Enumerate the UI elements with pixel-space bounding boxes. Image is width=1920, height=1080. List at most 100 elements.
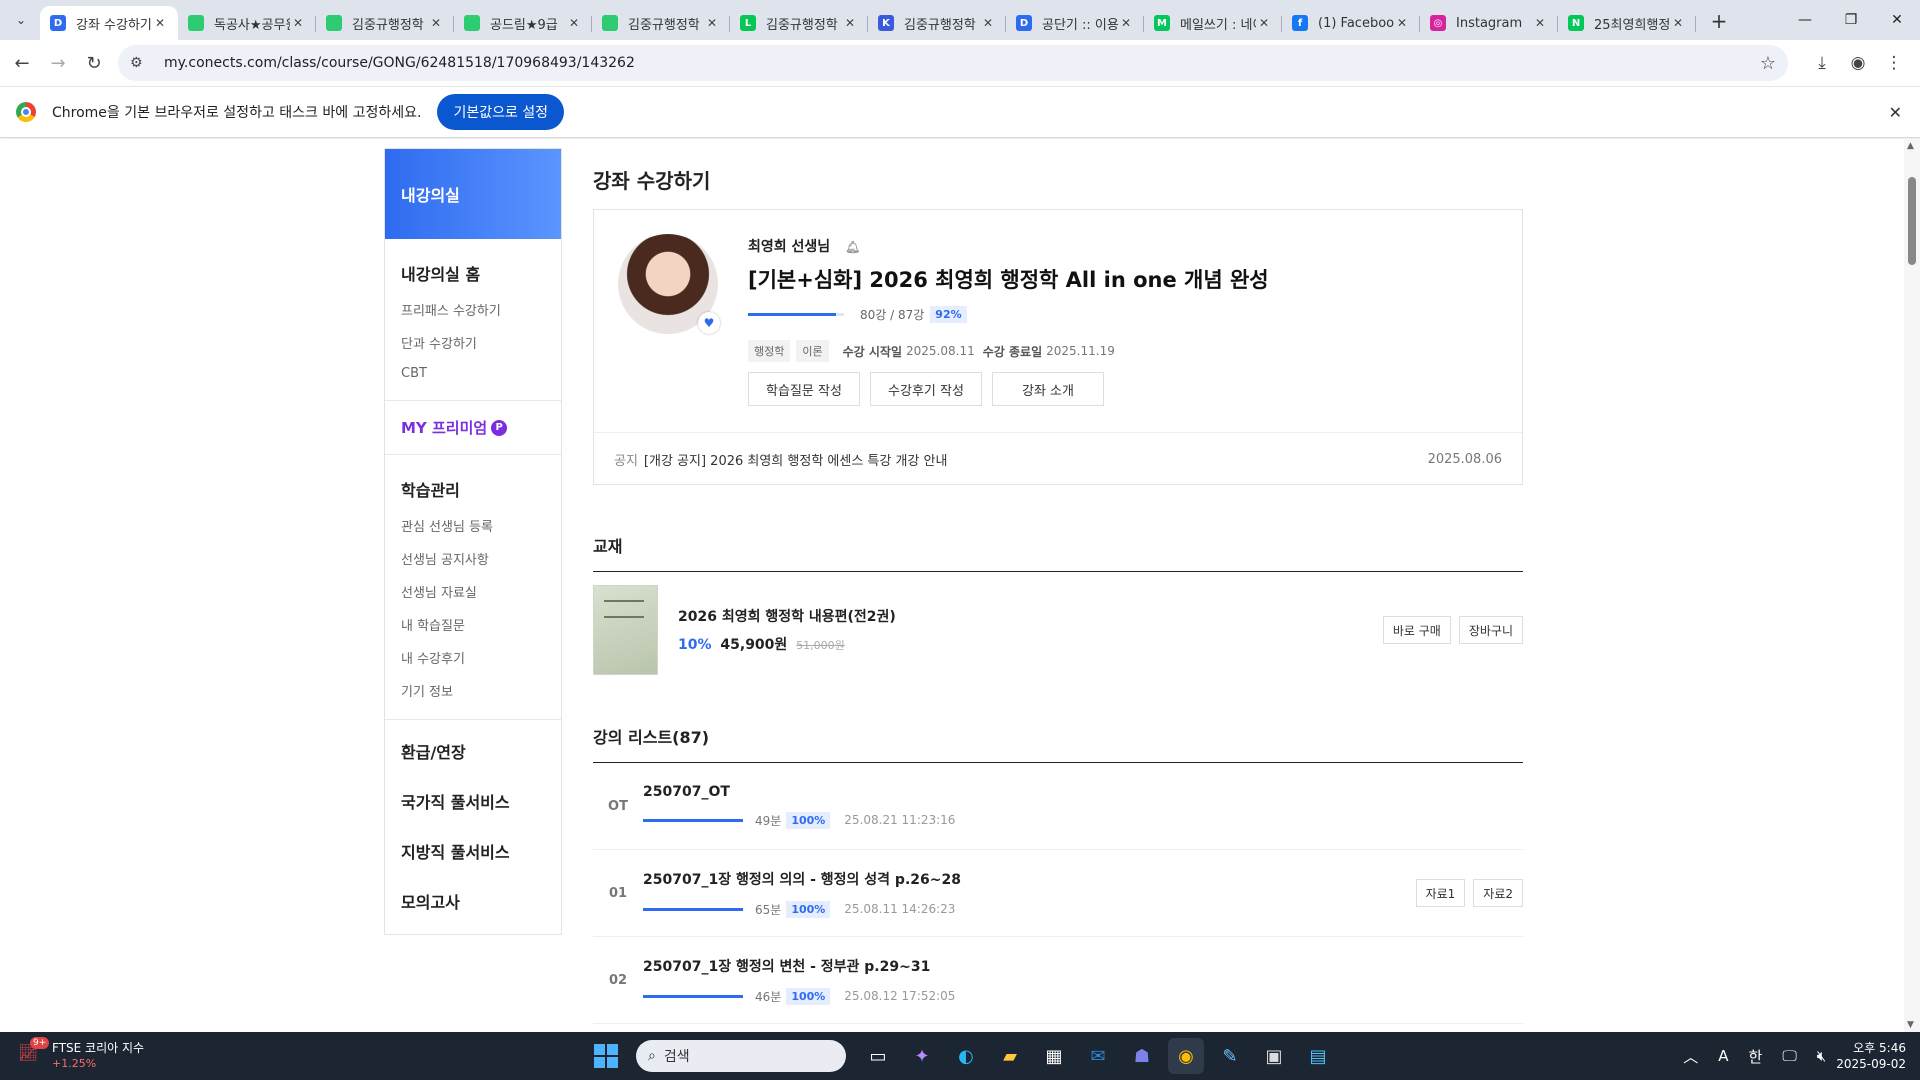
sidebar-item-freepass[interactable]: 프리패스 수강하기 bbox=[385, 293, 561, 326]
close-window-button[interactable]: ✕ bbox=[1874, 0, 1920, 40]
back-button[interactable]: ← bbox=[4, 45, 40, 81]
lecture-row[interactable]: 01 250707_1장 행정의 의의 - 행정의 성격 p.26~28 65분 10… bbox=[593, 850, 1523, 937]
sidebar-item-my-questions[interactable]: 내 학습질문 bbox=[385, 608, 561, 641]
paint-icon[interactable]: ✎ bbox=[1212, 1038, 1248, 1074]
task-view-icon[interactable]: ▭ bbox=[860, 1038, 896, 1074]
browser-tab[interactable]: L 김중규행정학 ✕ bbox=[730, 6, 868, 40]
sidebar-item-home[interactable]: 내강의실 홈 bbox=[385, 253, 561, 293]
browser-tab[interactable]: 독공사★공무원 ✕ bbox=[178, 6, 316, 40]
stock-widget[interactable]: 📈︎ 9+ FTSE 코리아 지수 +1.25% bbox=[0, 1037, 240, 1072]
tab-close-icon[interactable]: ✕ bbox=[566, 15, 582, 31]
browser-tab[interactable]: 공드림★9급 ✕ bbox=[454, 6, 592, 40]
sidebar-item-teacher-files[interactable]: 선생님 자료실 bbox=[385, 575, 561, 608]
sidebar-item-devices[interactable]: 기기 정보 bbox=[385, 674, 561, 707]
reload-button[interactable]: ↻ bbox=[76, 45, 112, 81]
tab-close-icon[interactable]: ✕ bbox=[1118, 15, 1134, 31]
sidebar-item-study[interactable]: 학습관리 bbox=[385, 469, 561, 509]
bell-icon[interactable]: 🔔︎ bbox=[845, 240, 860, 254]
clock[interactable]: 오후 5:46 2025-09-02 bbox=[1836, 1040, 1906, 1072]
bookmark-star-icon[interactable]: ☆ bbox=[1760, 53, 1776, 74]
tab-search-button[interactable]: ⌄ bbox=[6, 5, 36, 35]
minimize-button[interactable]: — bbox=[1782, 0, 1828, 40]
infobar-close-icon[interactable]: ✕ bbox=[1889, 103, 1902, 122]
address-bar[interactable]: ⚙ my.conects.com/class/course/GONG/62481… bbox=[118, 45, 1788, 81]
store-icon[interactable]: ▦ bbox=[1036, 1038, 1072, 1074]
scroll-up-icon[interactable]: ▲ bbox=[1907, 141, 1914, 151]
lecture-name[interactable]: 250707_1장 행정의 변천 - 정부관 p.29~31 bbox=[643, 956, 1523, 976]
lecture-name[interactable]: 250707_OT bbox=[643, 784, 1523, 800]
tab-close-icon[interactable]: ✕ bbox=[1256, 15, 1272, 31]
sidebar-item-my-reviews[interactable]: 내 수강후기 bbox=[385, 641, 561, 674]
browser-tab[interactable]: 김중규행정학 ✕ bbox=[592, 6, 730, 40]
buy-now-button[interactable]: 바로 구매 bbox=[1382, 616, 1451, 644]
sidebar-item-favorite-teacher[interactable]: 관심 선생님 등록 bbox=[385, 509, 561, 542]
sidebar-item-premium[interactable]: MY 프리미엄 P bbox=[385, 411, 561, 444]
browser-tab[interactable]: f (1) Facebook ✕ bbox=[1282, 6, 1420, 40]
notepad-icon[interactable]: ▤ bbox=[1300, 1038, 1336, 1074]
tab-close-icon[interactable]: ✕ bbox=[152, 15, 168, 31]
tab-close-icon[interactable]: ✕ bbox=[1532, 15, 1548, 31]
lecture-name[interactable]: 250707_1장 행정의 의의 - 행정의 성격 p.26~28 bbox=[643, 869, 1416, 889]
browser-tab[interactable]: K 김중규행정학 ✕ bbox=[868, 6, 1006, 40]
add-to-cart-button[interactable]: 장바구니 bbox=[1458, 616, 1523, 644]
lecture-file-button[interactable]: 자료1 bbox=[1415, 879, 1466, 907]
tab-close-icon[interactable]: ✕ bbox=[1394, 15, 1410, 31]
browser-tab[interactable]: D 강좌 수강하기 ✕ bbox=[40, 6, 178, 40]
volume-muted-icon[interactable]: 🔇︎ bbox=[1817, 1047, 1826, 1065]
chrome-taskbar-icon[interactable]: ◉ bbox=[1168, 1038, 1204, 1074]
sidebar-item-teacher-notice[interactable]: 선생님 공지사항 bbox=[385, 542, 561, 575]
book-cover[interactable] bbox=[593, 585, 658, 675]
copilot-icon[interactable]: ✦ bbox=[904, 1038, 940, 1074]
scroll-down-icon[interactable]: ▼ bbox=[1907, 1020, 1914, 1030]
sidebar-item-local-service[interactable]: 지방직 풀서비스 bbox=[385, 826, 561, 876]
tab-close-icon[interactable]: ✕ bbox=[1670, 15, 1686, 31]
tab-close-icon[interactable]: ✕ bbox=[704, 15, 720, 31]
tray-language-icon[interactable]: 한 bbox=[1749, 1046, 1763, 1067]
heart-icon[interactable]: ♥ bbox=[698, 312, 720, 334]
tab-close-icon[interactable]: ✕ bbox=[842, 15, 858, 31]
set-default-button[interactable]: 기본값으로 설정 bbox=[437, 94, 565, 130]
scrollbar-thumb[interactable] bbox=[1908, 177, 1916, 265]
lecture-row[interactable]: 02 250707_1장 행정의 변천 - 정부관 p.29~31 46분 100% 2… bbox=[593, 937, 1523, 1024]
taskbar-search[interactable]: ⌕ 검색 bbox=[636, 1040, 846, 1072]
browser-tab[interactable]: ◎ Instagram ✕ bbox=[1420, 6, 1558, 40]
outlook-icon[interactable]: ✉ bbox=[1080, 1038, 1116, 1074]
course-notice[interactable]: 공지 [개강 공지] 2026 최영희 행정학 에센스 특강 개강 안내 202… bbox=[594, 432, 1522, 485]
lecture-row[interactable]: OT 250707_OT 49분 100% 25.08.21 11:23:16 bbox=[593, 763, 1523, 850]
restore-button[interactable]: ❐ bbox=[1828, 0, 1874, 40]
forward-button[interactable]: → bbox=[40, 45, 76, 81]
write-review-button[interactable]: 수강후기 작성 bbox=[870, 372, 982, 406]
browser-tab[interactable]: M 메일쓰기 : 네이버✕ bbox=[1144, 6, 1282, 40]
write-question-button[interactable]: 학습질문 작성 bbox=[748, 372, 860, 406]
book-name[interactable]: 2026 최영희 행정학 내용편(전2권) bbox=[678, 606, 896, 626]
sidebar-item-refund[interactable]: 환급/연장 bbox=[385, 726, 561, 776]
profile-icon[interactable]: ◉ bbox=[1840, 45, 1876, 81]
browser-tab[interactable]: N 25최영희행정학✕ bbox=[1558, 6, 1696, 40]
tab-close-icon[interactable]: ✕ bbox=[428, 15, 444, 31]
sidebar-item-single[interactable]: 단과 수강하기 bbox=[385, 326, 561, 359]
sidebar-header[interactable]: 내강의실 bbox=[385, 149, 561, 239]
browser-tab[interactable]: 김중규행정학 ✕ bbox=[316, 6, 454, 40]
browser-tab[interactable]: D 공단기 :: 이용 ✕ bbox=[1006, 6, 1144, 40]
notice-text[interactable]: [개강 공지] 2026 최영희 행정학 에센스 특강 개강 안내 bbox=[644, 450, 948, 469]
edge-icon[interactable]: ◐ bbox=[948, 1038, 984, 1074]
site-info-icon[interactable]: ⚙ bbox=[130, 55, 152, 71]
tab-close-icon[interactable]: ✕ bbox=[980, 15, 996, 31]
window-app-icon[interactable]: ▣ bbox=[1256, 1038, 1292, 1074]
teams-icon[interactable]: ☗ bbox=[1124, 1038, 1160, 1074]
page-scrollbar[interactable]: ▲ ▼ bbox=[1904, 139, 1920, 1032]
tab-close-icon[interactable]: ✕ bbox=[290, 15, 306, 31]
sidebar-item-national-service[interactable]: 국가직 풀서비스 bbox=[385, 776, 561, 826]
course-intro-button[interactable]: 강좌 소개 bbox=[992, 372, 1104, 406]
network-icon[interactable]: 🖵︎ bbox=[1782, 1047, 1796, 1065]
menu-kebab-icon[interactable]: ⋮ bbox=[1876, 45, 1912, 81]
sidebar-item-mock-exam[interactable]: 모의고사 bbox=[385, 876, 561, 926]
windows-start-icon[interactable] bbox=[590, 1040, 622, 1072]
new-tab-button[interactable]: + bbox=[1704, 6, 1734, 36]
tray-font-icon[interactable]: A bbox=[1718, 1047, 1728, 1065]
sidebar-item-cbt[interactable]: CBT bbox=[385, 359, 561, 388]
lecture-file-button[interactable]: 자료2 bbox=[1473, 879, 1523, 907]
url-text[interactable]: my.conects.com/class/course/GONG/6248151… bbox=[164, 55, 1760, 71]
file-explorer-icon[interactable]: ▰ bbox=[992, 1038, 1028, 1074]
download-icon[interactable]: ⤓ bbox=[1804, 45, 1840, 81]
